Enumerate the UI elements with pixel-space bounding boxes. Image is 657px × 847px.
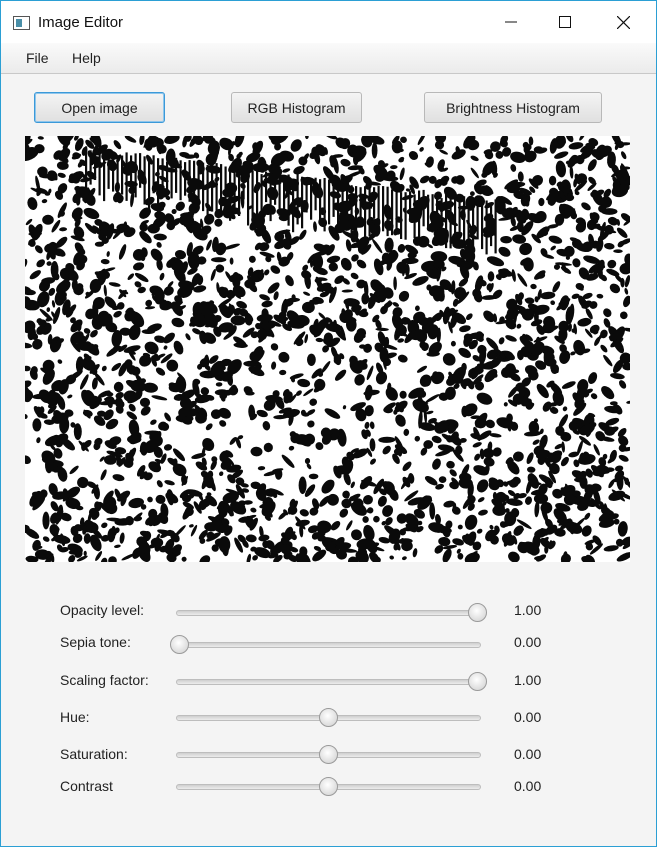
image-preview-canvas bbox=[25, 136, 630, 562]
scaling-value: 1.00 bbox=[514, 672, 542, 688]
open-image-button[interactable]: Open image bbox=[34, 92, 165, 123]
opacity-value: 1.00 bbox=[514, 602, 542, 618]
scaling-label: Scaling factor: bbox=[60, 672, 149, 688]
contrast-slider[interactable] bbox=[176, 777, 481, 797]
slider-thumb[interactable] bbox=[319, 745, 338, 764]
slider-track bbox=[176, 679, 481, 685]
minimize-button[interactable] bbox=[488, 1, 534, 43]
menu-help[interactable]: Help bbox=[72, 50, 101, 66]
sepia-label: Sepia tone: bbox=[60, 634, 131, 650]
app-window-icon bbox=[13, 16, 30, 30]
image-editor-window: Image Editor File Help Open image RGB Hi… bbox=[0, 0, 657, 847]
opacity-label: Opacity level: bbox=[60, 602, 145, 618]
maximize-button[interactable] bbox=[542, 1, 588, 43]
saturation-slider[interactable] bbox=[176, 745, 481, 765]
close-button[interactable] bbox=[600, 1, 646, 43]
sepia-value: 0.00 bbox=[514, 634, 542, 650]
title-bar[interactable]: Image Editor bbox=[1, 1, 656, 43]
opacity-slider[interactable] bbox=[176, 603, 487, 623]
close-icon bbox=[616, 15, 630, 29]
slider-thumb[interactable] bbox=[468, 672, 487, 691]
maximize-icon bbox=[559, 16, 571, 28]
minimize-icon bbox=[505, 21, 517, 23]
contrast-label: Contrast bbox=[60, 778, 113, 794]
slider-thumb[interactable] bbox=[170, 635, 189, 654]
slider-thumb[interactable] bbox=[468, 603, 487, 622]
hue-value: 0.00 bbox=[514, 709, 542, 725]
menu-file[interactable]: File bbox=[26, 50, 49, 66]
slider-thumb[interactable] bbox=[319, 777, 338, 796]
image-preview bbox=[25, 136, 630, 562]
slider-thumb[interactable] bbox=[319, 708, 338, 727]
brightness-histogram-button[interactable]: Brightness Histogram bbox=[424, 92, 602, 123]
sepia-slider[interactable] bbox=[170, 635, 481, 655]
slider-track bbox=[176, 642, 481, 648]
hue-label: Hue: bbox=[60, 709, 90, 725]
slider-track bbox=[176, 610, 481, 616]
menu-bar: File Help bbox=[1, 43, 656, 74]
rgb-histogram-button[interactable]: RGB Histogram bbox=[231, 92, 362, 123]
window-title: Image Editor bbox=[38, 14, 124, 31]
contrast-value: 0.00 bbox=[514, 778, 542, 794]
hue-slider[interactable] bbox=[176, 708, 481, 728]
saturation-label: Saturation: bbox=[60, 746, 128, 762]
scaling-slider[interactable] bbox=[176, 672, 487, 692]
saturation-value: 0.00 bbox=[514, 746, 542, 762]
